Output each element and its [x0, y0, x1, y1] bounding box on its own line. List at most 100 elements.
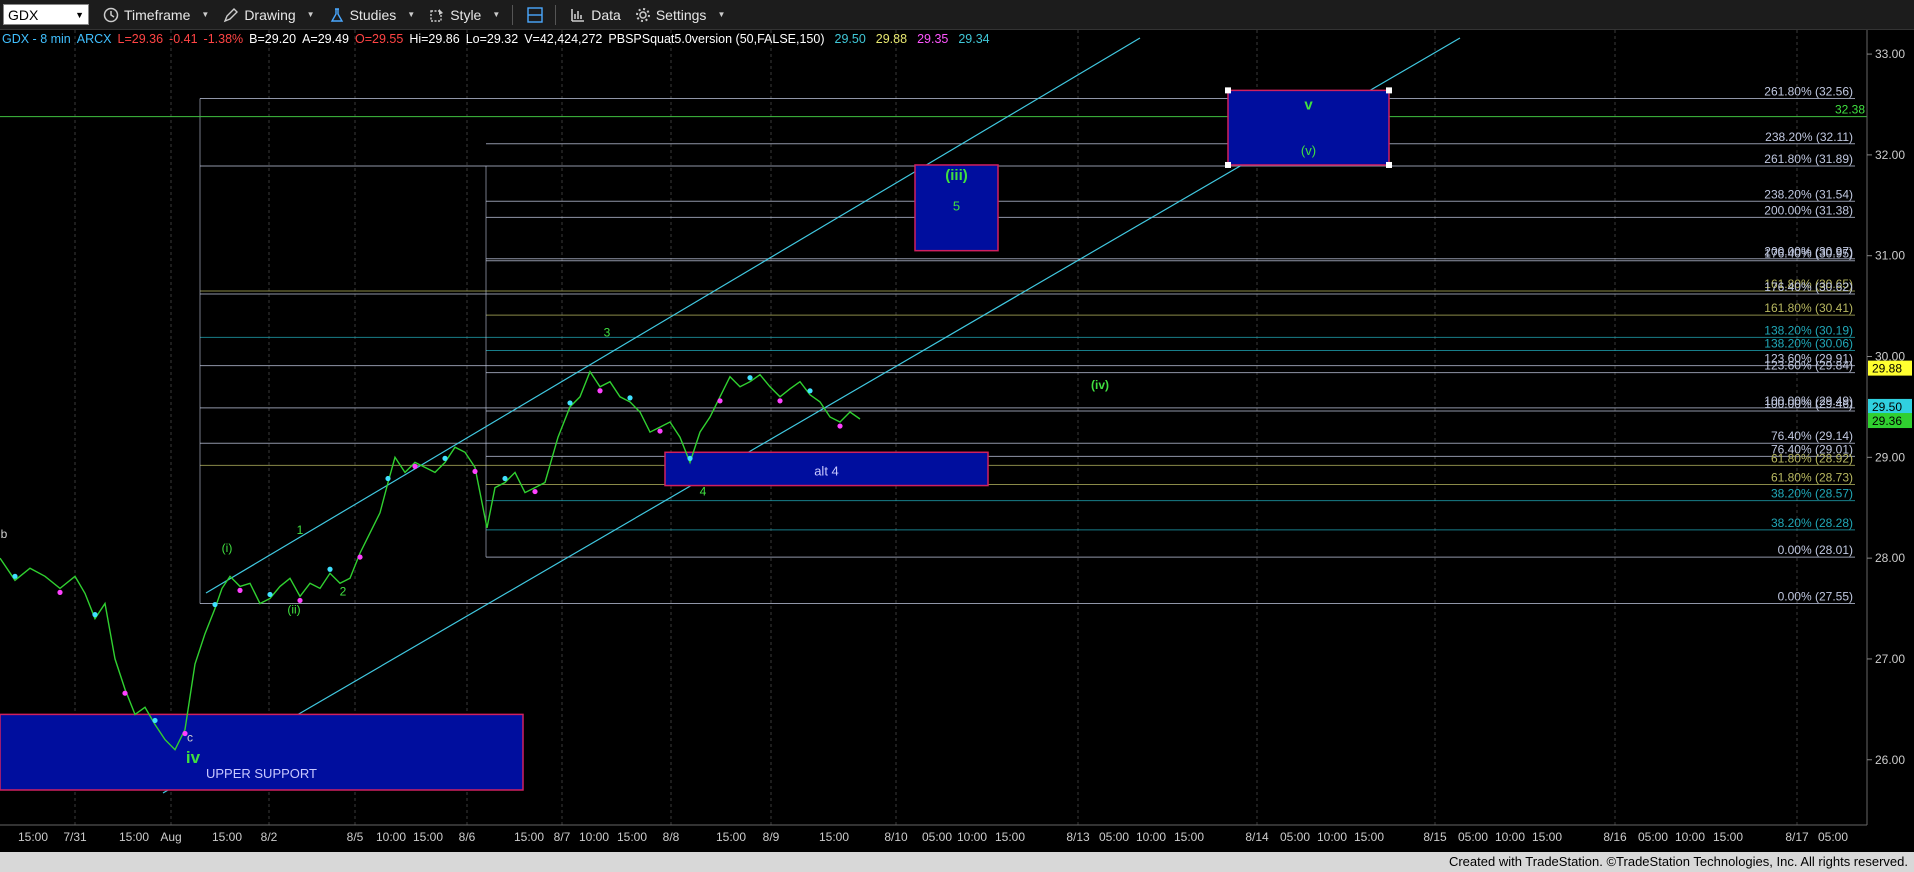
y-tick-label-6: 27.00 [1875, 652, 1905, 666]
x-tick-label-4: 15:00 [212, 830, 242, 844]
x-tick-label-1: 7/31 [63, 830, 87, 844]
fib-label-13: 123.60% (29.84) [1764, 359, 1853, 373]
fib-label-8: 176.40% (30.62) [1764, 280, 1853, 294]
wave-label-1: c [187, 731, 193, 745]
layout-icon [527, 6, 543, 23]
wave-label-5: (ii) [287, 603, 300, 617]
fib-label-19: 61.80% (28.73) [1771, 471, 1853, 485]
data-button[interactable]: Data [570, 7, 621, 23]
level-32-38-label: 32.38 [1835, 103, 1865, 117]
pivot-dot-76 [777, 398, 783, 404]
pivot-dot-82 [837, 423, 843, 429]
timeframe-button[interactable]: Timeframe ▼ [103, 7, 209, 23]
fib-label-21: 38.20% (28.28) [1771, 516, 1853, 530]
settings-button[interactable]: Settings ▼ [635, 7, 726, 23]
pivot-dot-37 [385, 475, 391, 482]
x-tick-label-29: 15:00 [1354, 830, 1384, 844]
studies-label: Studies [349, 6, 397, 23]
header-part-9: Lo=29.32 [466, 32, 519, 46]
footer: Created with TradeStation. ©TradeStation… [0, 852, 1914, 872]
x-tick-label-30: 8/15 [1423, 830, 1447, 844]
x-tick-label-3: Aug [160, 830, 181, 844]
pivot-dot-7 [92, 612, 98, 618]
dropdown-arrow-icon: ▼ [407, 10, 416, 19]
pivot-dot-73 [747, 375, 753, 381]
target-box-iii-label-1: 5 [953, 198, 960, 213]
fib-label-16: 76.40% (29.14) [1771, 429, 1853, 443]
wave-label-3: (i) [222, 541, 233, 555]
x-tick-label-9: 8/6 [459, 830, 476, 844]
pivot-dot-22 [237, 587, 243, 593]
y-tick-label-4: 29.00 [1875, 450, 1905, 464]
chevron-down-icon: ▼ [75, 9, 84, 20]
drawing-button[interactable]: Drawing ▼ [223, 7, 315, 23]
x-tick-label-20: 10:00 [957, 830, 987, 844]
dropdown-arrow-icon: ▼ [717, 10, 726, 19]
toolbar-divider [512, 4, 514, 25]
header-part-10: V=42,424,272 [524, 32, 602, 46]
fib-label-3: 238.20% (31.54) [1764, 187, 1853, 201]
price-tag-label-2: 29.36 [1872, 414, 1902, 428]
price-chart[interactable]: 261.80% (32.56) 238.20% (32.11) 261.80% (3… [0, 30, 1914, 852]
style-icon [430, 8, 444, 22]
pivot-dot-70 [717, 398, 723, 404]
pivot-dot-43 [442, 455, 448, 461]
x-tick-label-12: 10:00 [579, 830, 609, 844]
x-tick-label-5: 8/2 [261, 830, 278, 844]
x-tick-label-25: 15:00 [1174, 830, 1204, 844]
y-tick-label-2: 31.00 [1875, 249, 1905, 263]
x-tick-label-10: 15:00 [514, 830, 544, 844]
pivot-dot-67 [687, 455, 693, 461]
x-tick-label-14: 8/8 [663, 830, 680, 844]
pivot-dot-34 [357, 554, 363, 560]
wave-label-0: b [1, 527, 8, 541]
fib-label-2: 261.80% (31.89) [1764, 152, 1853, 166]
timeframe-label: Timeframe [124, 6, 191, 23]
pivot-dot-13 [152, 717, 158, 724]
header-part-13: 29.88 [876, 32, 907, 46]
x-tick-label-7: 10:00 [376, 830, 406, 844]
toolbar-divider [555, 4, 557, 25]
wave-label-9: (iv) [1091, 378, 1109, 392]
x-tick-label-0: 15:00 [18, 830, 48, 844]
header-part-2: L=29.36 [118, 32, 164, 46]
chart-grid [74, 30, 1798, 825]
fib-label-6: 176.40% (30.95) [1764, 247, 1853, 261]
x-tick-label-2: 15:00 [119, 830, 149, 844]
layout-button[interactable] [527, 6, 543, 23]
style-label: Style [450, 6, 482, 23]
fib-label-0: 261.80% (32.56) [1764, 84, 1853, 98]
time-axis[interactable]: 15:00 7/31 15:00 Aug 15:00 8/2 8/5 10:00 15:00 8/… [18, 830, 1848, 844]
pivot-dot-31 [327, 566, 333, 572]
price-series [0, 370, 861, 751]
header-part-1: ARCX [77, 32, 112, 46]
x-tick-label-6: 8/5 [347, 830, 364, 844]
fib-label-15: 100.00% (29.46) [1764, 397, 1853, 411]
x-tick-label-19: 05:00 [922, 830, 952, 844]
header-text: GDX - 8 min ARCX L=29.36 -0.41 -1.38% B=29.20… [2, 32, 990, 46]
x-tick-label-13: 15:00 [617, 830, 647, 844]
wave-label-8: 4 [700, 485, 707, 499]
x-tick-label-11: 8/7 [554, 830, 571, 844]
header-part-15: 29.34 [958, 32, 989, 46]
price-line [0, 370, 861, 751]
x-tick-label-28: 10:00 [1317, 830, 1347, 844]
dropdown-arrow-icon: ▼ [201, 10, 210, 19]
fib-label-22: 0.00% (28.01) [1778, 543, 1853, 557]
style-button[interactable]: Style ▼ [429, 7, 500, 23]
symbol-text: GDX [8, 6, 39, 23]
x-tick-label-31: 05:00 [1458, 830, 1488, 844]
box-handle-2 [1225, 161, 1231, 168]
wave-label-6: 2 [340, 584, 347, 598]
studies-button[interactable]: Studies ▼ [329, 6, 416, 23]
upper-support-box-label-0: UPPER SUPPORT [206, 766, 317, 781]
pivot-dot-1 [12, 573, 18, 579]
copyright-text: Created with TradeStation. ©TradeStation… [1448, 854, 1908, 869]
x-tick-label-34: 8/16 [1603, 830, 1627, 844]
header-part-11: PBSPSquat5.0version (50,FALSE,150) [608, 32, 824, 46]
wave-labels: b c iv (i) 1 (ii) 2 3 4 (iv) [1, 325, 1109, 766]
symbol-selector[interactable]: GDX ▼ [3, 4, 89, 25]
flask-icon [330, 7, 343, 22]
target-box-iii-label-0: (iii) [945, 167, 968, 184]
box-handle-1 [1386, 87, 1392, 94]
